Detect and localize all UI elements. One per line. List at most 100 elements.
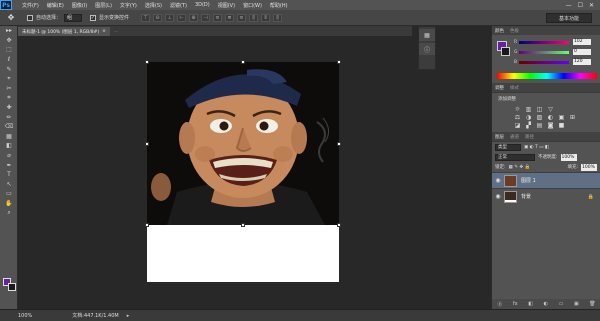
green-value[interactable]: 0 bbox=[573, 49, 591, 55]
blue-slider[interactable] bbox=[519, 60, 569, 64]
blur-tool-icon[interactable]: ⌀ bbox=[0, 151, 18, 161]
layer-row-background[interactable]: ◉ 背景 🔒 bbox=[492, 188, 600, 204]
marquee-tool-icon[interactable]: ⬚ bbox=[0, 45, 18, 55]
lasso-tool-icon[interactable]: ℓ bbox=[0, 55, 18, 65]
transform-handle-left[interactable] bbox=[145, 142, 149, 146]
menu-select[interactable]: 选择(S) bbox=[141, 2, 166, 9]
gradient-tool-icon[interactable]: ◧ bbox=[0, 141, 18, 151]
document-tab-inactive[interactable]: ... bbox=[109, 27, 123, 36]
move-tool-icon[interactable]: ✥ bbox=[3, 12, 19, 24]
gradient-map-icon[interactable]: ◙ bbox=[547, 122, 554, 129]
align-bottom-icon[interactable]: ⊥ bbox=[165, 13, 175, 22]
color-balance-icon[interactable]: ⚖ bbox=[514, 114, 521, 121]
distribute-center-icon[interactable]: ⫴ bbox=[261, 13, 271, 22]
red-slider[interactable] bbox=[519, 40, 569, 44]
workspace-dropdown[interactable]: 基本功能 bbox=[546, 13, 592, 23]
show-transform-checkbox[interactable]: ✓ bbox=[90, 14, 97, 21]
filter-icons[interactable]: ▣ ◐ T ▭ ◧ bbox=[524, 145, 549, 150]
add-style-icon[interactable]: fx bbox=[513, 301, 518, 307]
channel-mixer-icon[interactable]: ▣ bbox=[558, 114, 565, 121]
tab-swatches[interactable]: 色板 bbox=[507, 28, 522, 34]
levels-icon[interactable]: ▥ bbox=[525, 106, 532, 113]
maximize-icon[interactable]: ☐ bbox=[578, 2, 583, 9]
history-brush-tool-icon[interactable]: ⌫ bbox=[0, 122, 18, 132]
menu-image[interactable]: 图像(I) bbox=[68, 2, 91, 9]
crop-tool-icon[interactable]: ⌖ bbox=[0, 74, 18, 84]
menu-window[interactable]: 窗口(W) bbox=[239, 2, 266, 9]
align-left-icon[interactable]: ⊢ bbox=[177, 13, 187, 22]
auto-select-dropdown[interactable]: 组 bbox=[64, 13, 83, 22]
invert-icon[interactable]: ◪ bbox=[514, 122, 521, 129]
vibrance-icon[interactable]: ▽ bbox=[547, 106, 554, 113]
close-tab-icon[interactable]: × bbox=[102, 29, 106, 34]
minimize-icon[interactable]: — bbox=[566, 2, 572, 9]
menu-file[interactable]: 文件(F) bbox=[18, 2, 43, 9]
photo-filter-icon[interactable]: ▨ bbox=[536, 114, 543, 121]
color-spectrum-bar[interactable] bbox=[497, 73, 597, 79]
tab-layers[interactable]: 图层 bbox=[492, 134, 507, 140]
menu-view[interactable]: 视图(V) bbox=[214, 2, 239, 9]
opacity-input[interactable]: 100% bbox=[560, 153, 577, 161]
type-tool-icon[interactable]: T bbox=[0, 170, 18, 180]
info-panel-icon[interactable]: ⓘ bbox=[419, 43, 435, 55]
link-layers-icon[interactable]: ⓖ bbox=[497, 301, 502, 308]
distribute-right-icon[interactable]: ⫼ bbox=[273, 13, 283, 22]
tab-color[interactable]: 颜色 bbox=[492, 28, 507, 34]
layer-row-layer1[interactable]: ◉ 图层 1 bbox=[492, 172, 600, 188]
status-menu-arrow-icon[interactable]: ▸ bbox=[127, 313, 130, 319]
transform-handle-bottom-left[interactable] bbox=[145, 223, 149, 227]
auto-select-checkbox[interactable] bbox=[27, 14, 33, 21]
eye-icon[interactable]: ◉ bbox=[492, 193, 504, 200]
pen-tool-icon[interactable]: ✒ bbox=[0, 160, 18, 170]
tab-channels[interactable]: 通道 bbox=[507, 134, 522, 140]
hand-tool-icon[interactable]: ✋ bbox=[0, 199, 18, 209]
brush-tool-icon[interactable]: ✚ bbox=[0, 103, 18, 113]
blue-value[interactable]: 120 bbox=[573, 59, 591, 65]
menu-filter[interactable]: 滤镜(T) bbox=[166, 2, 191, 9]
green-slider[interactable] bbox=[519, 50, 569, 54]
eraser-tool-icon[interactable]: ▦ bbox=[0, 132, 18, 142]
selective-color-icon[interactable]: ■ bbox=[558, 122, 565, 129]
transform-handle-top[interactable] bbox=[241, 60, 245, 64]
trash-icon[interactable]: 🗑 bbox=[589, 301, 595, 307]
history-panel-icon[interactable]: ▦ bbox=[419, 29, 435, 41]
layer-name[interactable]: 图层 1 bbox=[521, 177, 536, 184]
red-value[interactable]: 102 bbox=[573, 39, 591, 45]
align-middle-icon[interactable]: ⊝ bbox=[153, 13, 163, 22]
transform-handle-top-right[interactable] bbox=[337, 60, 341, 64]
eye-icon[interactable]: ◉ bbox=[492, 177, 504, 184]
menu-type[interactable]: 文字(Y) bbox=[116, 2, 141, 9]
distribute-middle-icon[interactable]: ≣ bbox=[225, 13, 235, 22]
zoom-level[interactable]: 100% bbox=[18, 313, 32, 319]
tab-paths[interactable]: 路径 bbox=[522, 134, 537, 140]
quick-select-tool-icon[interactable]: ✎ bbox=[0, 64, 18, 74]
canvas-area[interactable] bbox=[18, 36, 412, 308]
curves-icon[interactable]: ◫ bbox=[536, 106, 543, 113]
layer-filter-dropdown[interactable]: 类型 bbox=[495, 143, 521, 151]
align-top-icon[interactable]: ⊤ bbox=[141, 13, 151, 22]
menu-edit[interactable]: 编辑(E) bbox=[43, 2, 68, 9]
path-select-tool-icon[interactable]: ↖ bbox=[0, 180, 18, 190]
transform-handle-right[interactable] bbox=[337, 142, 341, 146]
align-center-icon[interactable]: ⊕ bbox=[189, 13, 199, 22]
align-right-icon[interactable]: ⊣ bbox=[201, 13, 211, 22]
new-adjustment-icon[interactable]: ◐ bbox=[544, 301, 548, 307]
transform-handle-bottom[interactable] bbox=[241, 223, 245, 227]
collapse-toolbar-icon[interactable]: ▸▸ bbox=[0, 26, 18, 36]
threshold-icon[interactable]: ▤ bbox=[536, 122, 543, 129]
document-tab-active[interactable]: 未标题-1 @ 100% (图层 1, RGB/8#) × bbox=[18, 27, 110, 36]
distribute-left-icon[interactable]: ⫼ bbox=[249, 13, 259, 22]
background-color-swatch[interactable] bbox=[8, 283, 16, 291]
shape-tool-icon[interactable]: ▭ bbox=[0, 189, 18, 199]
hue-saturation-icon[interactable]: ◐ bbox=[547, 114, 554, 121]
move-tool-icon[interactable]: ✥ bbox=[0, 36, 18, 46]
new-layer-icon[interactable]: ▣ bbox=[574, 301, 579, 307]
color-lookup-icon[interactable]: ⊞ bbox=[569, 114, 576, 121]
tab-styles[interactable]: 样式 bbox=[507, 85, 522, 91]
distribute-top-icon[interactable]: ≡ bbox=[213, 13, 223, 22]
layer-name[interactable]: 背景 bbox=[521, 193, 531, 200]
zoom-tool-icon[interactable]: ⌕ bbox=[0, 208, 18, 218]
black-white-icon[interactable]: ◑ bbox=[525, 114, 532, 121]
panel-background-swatch[interactable] bbox=[501, 47, 510, 56]
new-group-icon[interactable]: ▭ bbox=[559, 301, 564, 307]
